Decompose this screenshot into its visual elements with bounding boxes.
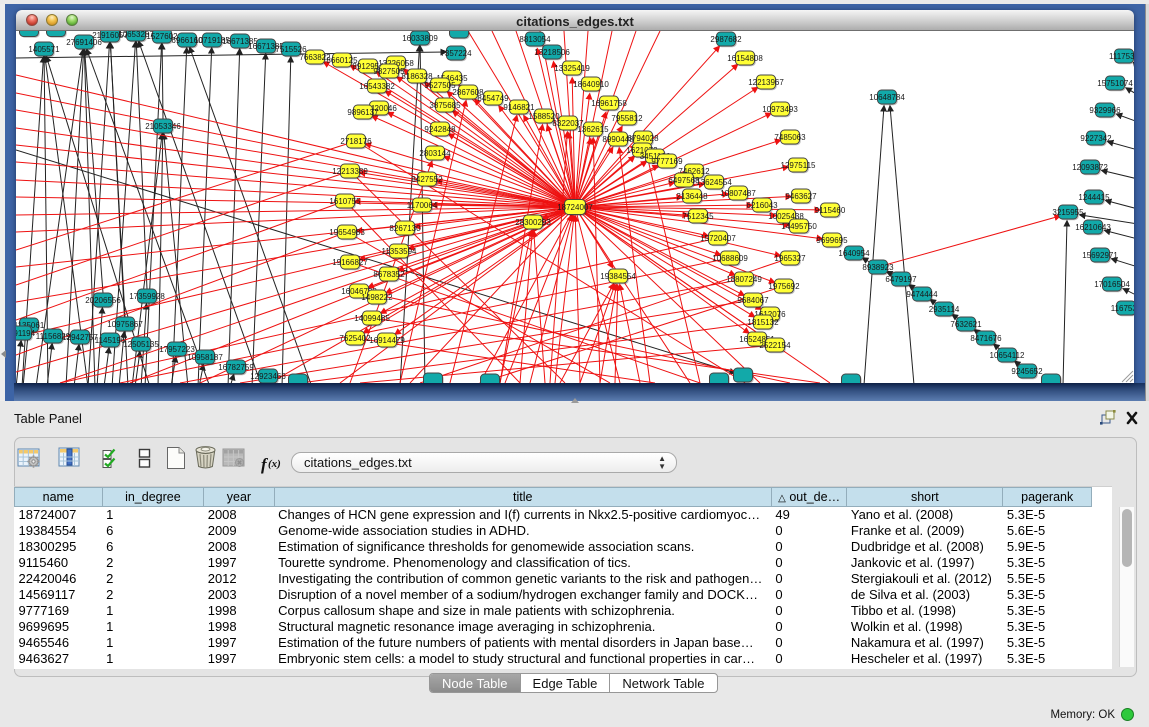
svg-text:1640954: 1640954 bbox=[838, 249, 870, 258]
svg-text:16782759: 16782759 bbox=[218, 363, 254, 372]
svg-text:12942757: 12942757 bbox=[62, 333, 98, 342]
svg-text:8471676: 8471676 bbox=[970, 334, 1002, 343]
svg-text:7485063: 7485063 bbox=[774, 133, 806, 142]
svg-text:14495750: 14495750 bbox=[781, 222, 817, 231]
svg-text:9474444: 9474444 bbox=[906, 290, 938, 299]
svg-text:16961758: 16961758 bbox=[591, 99, 627, 108]
svg-text:10648784: 10648784 bbox=[869, 93, 905, 102]
svg-text:1170064: 1170064 bbox=[407, 201, 438, 210]
svg-text:1362615: 1362615 bbox=[577, 125, 609, 134]
svg-text:10958187: 10958187 bbox=[187, 353, 223, 362]
svg-text:1244415: 1244415 bbox=[1078, 193, 1110, 202]
svg-text:6479197: 6479197 bbox=[885, 275, 917, 284]
svg-text:16154808: 16154808 bbox=[727, 54, 763, 63]
svg-text:9463627: 9463627 bbox=[785, 192, 817, 201]
svg-text:28300293: 28300293 bbox=[515, 218, 551, 227]
svg-text:7955812: 7955812 bbox=[611, 114, 643, 123]
svg-text:8938923: 8938923 bbox=[862, 263, 894, 272]
svg-text:10654112: 10654112 bbox=[990, 351, 1026, 360]
svg-text:1498222: 1498222 bbox=[361, 293, 393, 302]
svg-text:10807487: 10807487 bbox=[720, 189, 756, 198]
svg-text:3215955: 3215955 bbox=[1052, 208, 1084, 217]
svg-text:16543382: 16543382 bbox=[359, 82, 395, 91]
svg-text:9242848: 9242848 bbox=[424, 125, 456, 134]
svg-text:18724007: 18724007 bbox=[557, 203, 593, 212]
svg-text:11353594: 11353594 bbox=[382, 247, 418, 256]
svg-text:20206556: 20206556 bbox=[85, 296, 121, 305]
svg-text:391194: 391194 bbox=[16, 329, 36, 338]
svg-text:1965327: 1965327 bbox=[774, 254, 806, 263]
svg-text:15720407: 15720407 bbox=[700, 234, 736, 243]
svg-text:2522154: 2522154 bbox=[759, 341, 791, 350]
svg-text:8186328: 8186328 bbox=[401, 72, 433, 81]
svg-text:10688609: 10688609 bbox=[712, 254, 748, 263]
svg-text:1117534: 1117534 bbox=[1109, 52, 1134, 61]
svg-text:16033809: 16033809 bbox=[402, 34, 438, 43]
svg-text:1815132: 1815132 bbox=[747, 318, 779, 327]
svg-text:12505135: 12505135 bbox=[123, 340, 159, 349]
svg-text:18640910: 18640910 bbox=[573, 80, 609, 89]
svg-text:10975867: 10975867 bbox=[107, 320, 143, 329]
svg-text:12213967: 12213967 bbox=[748, 78, 784, 87]
svg-text:9777169: 9777169 bbox=[651, 157, 683, 166]
svg-text:10973493: 10973493 bbox=[762, 105, 798, 114]
svg-text:17016504: 17016504 bbox=[1094, 280, 1130, 289]
svg-text:9684067: 9684067 bbox=[737, 296, 769, 305]
svg-text:9699695: 9699695 bbox=[816, 236, 848, 245]
svg-text:18807249: 18807249 bbox=[726, 275, 762, 284]
svg-text:9329966: 9329966 bbox=[1089, 106, 1121, 115]
svg-text:2718176: 2718176 bbox=[340, 137, 372, 146]
svg-text:19166827: 19166827 bbox=[332, 258, 368, 267]
svg-text:13624554: 13624554 bbox=[696, 178, 732, 187]
svg-text:1610755: 1610755 bbox=[329, 197, 361, 206]
svg-text:17359928: 17359928 bbox=[129, 292, 165, 301]
svg-text:9527505: 9527505 bbox=[424, 81, 456, 90]
svg-text:16210643: 16210643 bbox=[1075, 223, 1111, 232]
svg-text:12093872: 12093872 bbox=[1072, 163, 1108, 172]
svg-text:12923466: 12923466 bbox=[250, 372, 286, 381]
svg-text:12213389: 12213389 bbox=[332, 167, 368, 176]
svg-text:14099485: 14099485 bbox=[354, 314, 390, 323]
svg-text:(x): (x) bbox=[268, 458, 281, 470]
svg-text:2136448: 2136448 bbox=[676, 192, 708, 201]
svg-text:2987682: 2987682 bbox=[710, 35, 742, 44]
svg-text:1145196: 1145196 bbox=[95, 336, 126, 345]
svg-text:19654983: 19654983 bbox=[329, 228, 365, 237]
svg-text:8454749: 8454749 bbox=[477, 94, 509, 103]
svg-text:9827505: 9827505 bbox=[373, 67, 405, 76]
svg-text:1975692: 1975692 bbox=[768, 282, 800, 291]
svg-text:8267130: 8267130 bbox=[389, 224, 421, 233]
svg-text:9227342: 9227342 bbox=[1080, 134, 1112, 143]
svg-text:6794028: 6794028 bbox=[627, 134, 659, 143]
svg-text:7357224: 7357224 bbox=[440, 49, 472, 58]
svg-text:9896137: 9896137 bbox=[347, 108, 379, 117]
svg-text:2803144: 2803144 bbox=[419, 149, 451, 158]
svg-text:21053346: 21053346 bbox=[145, 122, 181, 131]
svg-text:15692971: 15692971 bbox=[1082, 251, 1118, 260]
svg-text:7625402: 7625402 bbox=[339, 334, 371, 343]
svg-text:1405571: 1405571 bbox=[28, 45, 60, 54]
svg-text:8813054: 8813054 bbox=[519, 35, 551, 44]
svg-text:7512345: 7512345 bbox=[682, 212, 714, 221]
svg-text:2935114: 2935114 bbox=[929, 305, 960, 314]
svg-text:7632621: 7632621 bbox=[950, 320, 982, 329]
svg-text:9115460: 9115460 bbox=[815, 206, 846, 215]
svg-text:15751074: 15751074 bbox=[1097, 79, 1133, 88]
svg-text:6216043: 6216043 bbox=[746, 201, 778, 210]
svg-text:8678352: 8678352 bbox=[373, 270, 405, 279]
svg-text:9245652: 9245652 bbox=[1011, 367, 1043, 376]
svg-text:13325419: 13325419 bbox=[554, 64, 590, 73]
svg-text:9146821: 9146821 bbox=[503, 103, 535, 112]
svg-text:8427552: 8427552 bbox=[411, 175, 443, 184]
svg-text:1167534: 1167534 bbox=[1111, 304, 1134, 313]
svg-text:19384554: 19384554 bbox=[600, 272, 636, 281]
svg-text:13218506: 13218506 bbox=[534, 48, 570, 57]
svg-text:16914479: 16914479 bbox=[369, 336, 405, 345]
svg-text:12975115: 12975115 bbox=[781, 161, 817, 170]
svg-text:3875685: 3875685 bbox=[429, 101, 461, 110]
